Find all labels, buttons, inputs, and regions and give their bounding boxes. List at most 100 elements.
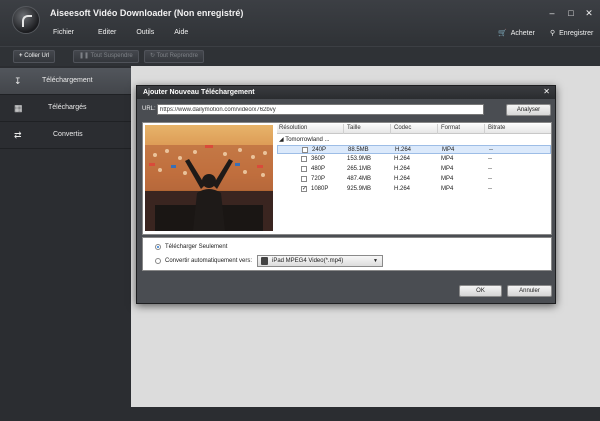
cart-icon: 🛒	[498, 30, 507, 37]
paste-url-button[interactable]: + Coller Url	[13, 50, 56, 63]
cell-size: 153.9MB	[347, 156, 372, 162]
cell-format: MP4	[441, 186, 454, 192]
cell-size: 925.9MB	[347, 186, 372, 192]
pause-all-button[interactable]: ❚❚ Tout Suspendre	[73, 50, 139, 63]
collapse-triangle-icon: ◢	[279, 137, 284, 143]
cell-size: 265.1MB	[347, 166, 372, 172]
cancel-button[interactable]: Annuler	[507, 285, 552, 297]
download-only-label: Télécharger Seulement	[165, 244, 228, 250]
cell-codec: H.264	[394, 166, 411, 172]
plus-icon: +	[19, 53, 23, 59]
table-row[interactable]: 480P 265.1MB H.264 MP4 --	[277, 165, 551, 174]
toolbar: + Coller Url ❚❚ Tout Suspendre ↻ Tout Re…	[0, 46, 600, 66]
sidebar-item-label: Téléchargés	[48, 104, 87, 111]
cell-format: MP4	[441, 156, 454, 162]
video-group[interactable]: ◢ Tomorrowland ...	[279, 136, 330, 143]
sidebar-item-downloaded[interactable]: ▦ Téléchargés	[0, 95, 131, 122]
menu-outils[interactable]: Outils	[136, 29, 154, 36]
output-format-select[interactable]: iPad MPEG4 Video(*.mp4) ▼	[257, 255, 383, 267]
cell-resolution: 240P	[312, 147, 327, 153]
sidebar-item-downloading[interactable]: ↧ Téléchargement	[0, 68, 131, 95]
app-title: Aiseesoft Vidéo Downloader (Non enregist…	[50, 8, 244, 18]
maximize-icon[interactable]: □	[566, 8, 576, 18]
cell-bitrate: --	[488, 186, 492, 192]
cell-resolution: 360P	[311, 156, 326, 162]
cell-resolution: 1080P	[311, 186, 329, 192]
column-header: Codec	[394, 125, 412, 131]
sidebar-item-converted[interactable]: ⇄ Convertis	[0, 122, 131, 149]
key-icon: ⚲	[550, 30, 556, 37]
cell-format: MP4	[442, 147, 455, 153]
sidebar-item-label: Convertis	[53, 131, 83, 138]
cell-codec: H.264	[394, 186, 411, 192]
cell-resolution: 480P	[311, 166, 326, 172]
video-info-panel: Résolution Taille Codec Format Bitrate ◢…	[142, 122, 552, 235]
pause-icon: ❚❚	[79, 53, 90, 59]
convert-icon: ⇄	[14, 130, 22, 140]
table-header: Résolution Taille Codec Format Bitrate	[277, 124, 551, 134]
dialog-title: Ajouter Nouveau Téléchargement	[137, 86, 555, 99]
cell-bitrate: --	[488, 156, 492, 162]
sidebar-item-label: Téléchargement	[42, 77, 93, 84]
cell-resolution: 720P	[311, 176, 326, 182]
cell-bitrate: --	[488, 176, 492, 182]
menu-fichier[interactable]: Fichier	[53, 29, 74, 36]
download-icon: ↧	[14, 76, 22, 86]
concert-image	[145, 125, 273, 231]
table-row[interactable]: 240P 88.5MB H.264 MP4 --	[277, 145, 551, 154]
cell-format: MP4	[441, 176, 454, 182]
row-checkbox[interactable]	[301, 156, 307, 162]
download-options: Télécharger Seulement Convertir automati…	[142, 237, 552, 271]
film-icon: ▦	[14, 103, 23, 113]
url-label: URL:	[142, 106, 156, 112]
menu-bar: Fichier Editer Outils Aide	[53, 29, 188, 36]
minimize-icon[interactable]: –	[547, 8, 557, 18]
sidebar: ↧ Téléchargement ▦ Téléchargés ⇄ Convert…	[0, 66, 131, 421]
resume-all-button[interactable]: ↻ Tout Reprendre	[144, 50, 204, 63]
video-group-label: Tomorrowland ...	[285, 137, 330, 143]
menu-editer[interactable]: Editer	[98, 29, 116, 36]
column-header: Résolution	[279, 125, 308, 131]
cell-codec: H.264	[394, 156, 411, 162]
column-header: Taille	[347, 125, 361, 131]
menu-aide[interactable]: Aide	[174, 29, 188, 36]
close-icon[interactable]: ✕	[584, 8, 594, 18]
table-row[interactable]: ✓ 1080P 925.9MB H.264 MP4 --	[277, 185, 551, 194]
analyze-button[interactable]: Analyser	[506, 104, 551, 116]
add-download-dialog: Ajouter Nouveau Téléchargement ✕ URL: An…	[136, 85, 556, 304]
status-bar	[0, 407, 600, 421]
column-header: Format	[441, 125, 461, 131]
convert-radio[interactable]	[155, 258, 161, 264]
cell-codec: H.264	[394, 176, 411, 182]
chevron-down-icon: ▼	[373, 258, 378, 264]
cell-size: 88.5MB	[348, 147, 369, 153]
device-icon	[261, 257, 268, 265]
convert-label: Convertir automatiquement vers:	[165, 258, 253, 264]
resume-icon: ↻	[150, 53, 156, 59]
cell-codec: H.264	[395, 147, 412, 153]
resolution-table: Résolution Taille Codec Format Bitrate ◢…	[277, 124, 551, 234]
dialog-close-icon[interactable]: ✕	[543, 87, 550, 96]
table-row[interactable]: 360P 153.9MB H.264 MP4 --	[277, 155, 551, 164]
title-bar: Aiseesoft Vidéo Downloader (Non enregist…	[0, 0, 600, 46]
table-row[interactable]: 720P 487.4MB H.264 MP4 --	[277, 175, 551, 184]
row-checkbox[interactable]	[301, 176, 307, 182]
column-header: Bitrate	[488, 125, 506, 131]
buy-label: Acheter	[510, 29, 535, 37]
paste-url-label: Coller Url	[24, 53, 50, 59]
app-logo-icon	[12, 6, 40, 34]
register-button[interactable]: ⚲ Enregistrer	[550, 29, 594, 38]
download-only-radio[interactable]	[155, 244, 161, 250]
row-checkbox[interactable]	[302, 147, 308, 153]
cell-format: MP4	[441, 166, 454, 172]
output-format-value: iPad MPEG4 Video(*.mp4)	[272, 258, 344, 264]
row-checkbox[interactable]	[301, 166, 307, 172]
cell-bitrate: --	[488, 166, 492, 172]
buy-button[interactable]: 🛒 Acheter	[498, 29, 535, 38]
ok-button[interactable]: OK	[459, 285, 502, 297]
video-thumbnail	[145, 125, 273, 231]
register-label: Enregistrer	[559, 29, 594, 37]
resume-all-label: Tout Reprendre	[156, 53, 198, 59]
row-checkbox-checked[interactable]: ✓	[301, 186, 307, 192]
url-input[interactable]	[157, 104, 484, 115]
